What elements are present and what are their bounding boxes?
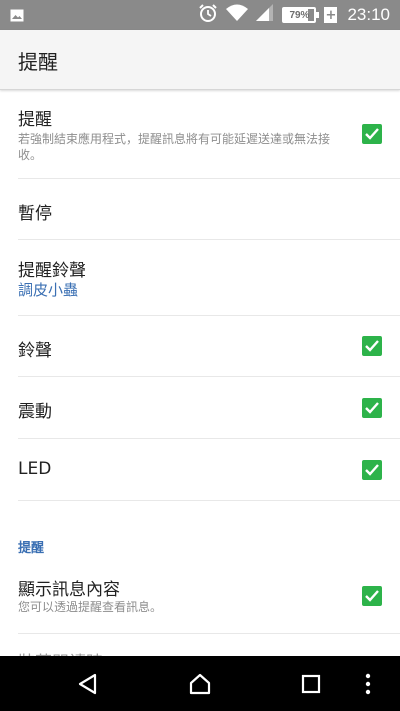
show-content-checkbox[interactable] (362, 586, 382, 606)
setting-label: 震動 (18, 402, 52, 422)
setting-notify[interactable]: 提醒 若強制結束應用程式，提醒訊息將有可能延遲送達或無法接收。 (18, 91, 400, 179)
navigation-bar (0, 656, 400, 711)
setting-label: 顯示訊息內容 (18, 580, 120, 600)
section-header: 提醒 (18, 501, 400, 558)
notify-checkbox[interactable] (362, 124, 382, 144)
setting-pause[interactable]: 暫停 (18, 179, 400, 240)
clock: 23:10 (347, 5, 390, 24)
back-button[interactable] (58, 656, 118, 711)
check-icon (365, 464, 379, 476)
led-checkbox[interactable] (362, 460, 382, 480)
charging-icon: + (324, 7, 338, 23)
alarm-icon (198, 3, 218, 27)
setting-vibrate[interactable]: 震動 (18, 377, 400, 439)
settings-list[interactable]: 提醒 若強制結束應用程式，提醒訊息將有可能延遲送達或無法接收。 暫停 提醒鈴聲 … (0, 91, 400, 656)
recents-button[interactable] (281, 656, 341, 711)
back-icon (78, 673, 97, 694)
sound-checkbox[interactable] (362, 336, 382, 356)
battery-percent: 79% (289, 9, 310, 21)
app-bar: 提醒 (0, 30, 400, 90)
setting-label: 鈴聲 (18, 341, 52, 361)
image-notification-icon (10, 7, 24, 26)
section-header-label: 提醒 (18, 541, 45, 556)
setting-label: 暫停 (18, 204, 52, 224)
ringtone-value: 調皮小蟲 (18, 281, 79, 299)
signal-icon (256, 4, 274, 26)
setting-label: 提醒鈴聲 (18, 261, 86, 281)
setting-description: 您可以透過提醒查看訊息。 (18, 600, 163, 614)
more-icon (365, 673, 371, 694)
check-icon (365, 590, 379, 602)
setting-description: 若強制結束應用程式，提醒訊息將有可能延遲送達或無法接收。 (18, 132, 331, 162)
setting-show-content[interactable]: 顯示訊息內容 您可以透過提醒查看訊息。 (18, 558, 400, 634)
battery-icon: 79% (282, 7, 320, 23)
setting-ringtone[interactable]: 提醒鈴聲 調皮小蟲 (18, 240, 400, 316)
setting-sound[interactable]: 鈴聲 (18, 316, 400, 377)
vibrate-checkbox[interactable] (362, 398, 382, 418)
home-icon (189, 673, 211, 694)
page-title: 提醒 (18, 50, 58, 74)
more-button[interactable] (348, 656, 388, 711)
check-icon (365, 128, 379, 140)
setting-label: 提醒 (18, 110, 52, 130)
status-bar: 79% + 23:10 (0, 0, 400, 30)
check-icon (365, 402, 379, 414)
setting-led[interactable]: LED (18, 439, 400, 501)
setting-label: 裝蓋閱讀時 (18, 648, 103, 656)
setting-partial[interactable]: 裝蓋閱讀時 (18, 634, 400, 656)
recents-icon (301, 674, 321, 693)
wifi-icon (226, 4, 249, 26)
setting-label: LED (18, 459, 52, 479)
check-icon (365, 340, 379, 352)
home-button[interactable] (170, 656, 230, 711)
